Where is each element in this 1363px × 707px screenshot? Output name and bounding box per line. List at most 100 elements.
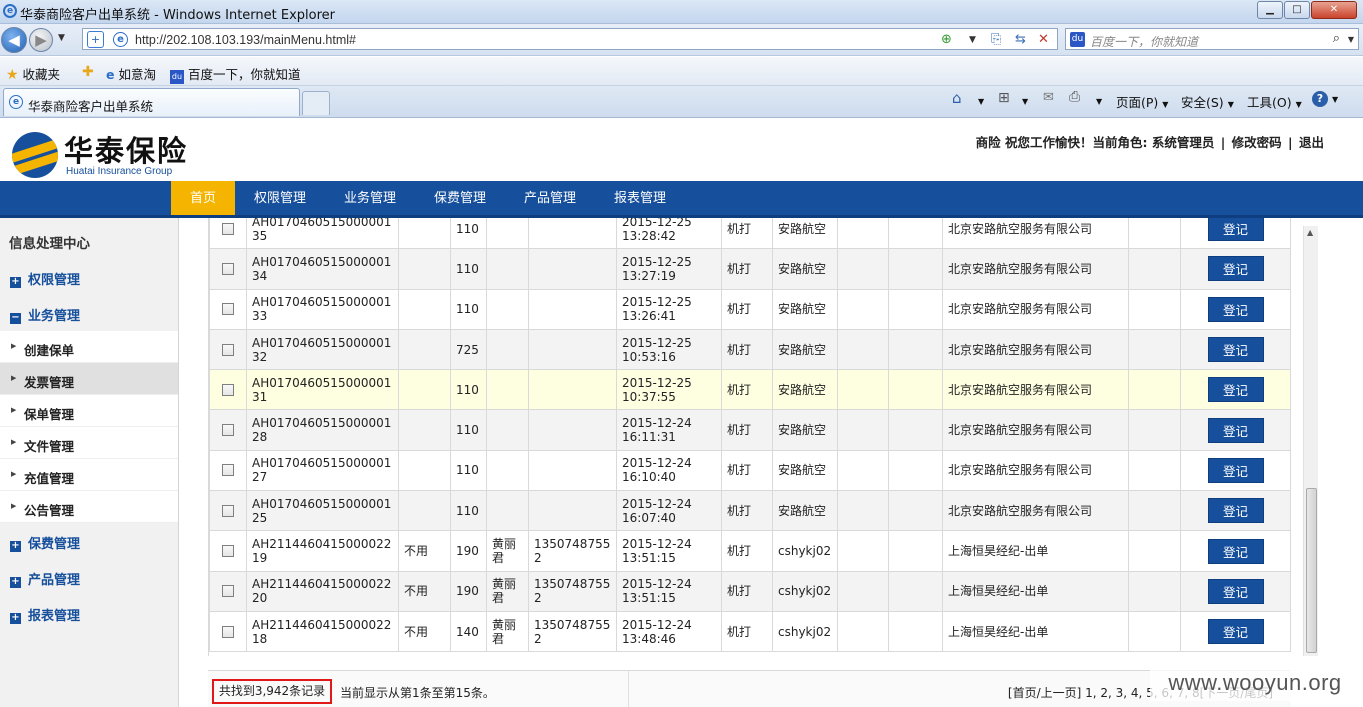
nav-reports[interactable]: 报表管理 [608,181,672,215]
page-menu[interactable]: 页面(P) ▼ [1116,92,1168,111]
mail-icon[interactable]: ✉ [1043,90,1054,105]
sidebar-item-files[interactable]: ▶ 文件管理 [0,427,178,459]
tab-huatai[interactable]: e 华泰商险客户出单系统 [3,88,300,116]
scrollbar-thumb[interactable] [1306,488,1317,653]
close-window-button[interactable]: ✕ [1311,1,1357,19]
print-dropdown-icon[interactable]: ▼ [1096,97,1102,106]
print-mode-cell: 机打 [721,570,773,612]
sidebar-item-policy[interactable]: ▶ 保单管理 [0,395,178,427]
help-menu[interactable]: ? ▼ [1312,90,1338,107]
row-checkbox[interactable] [222,222,234,235]
window-title: 华泰商险客户出单系统 - Windows Internet Explorer [20,8,335,23]
row-checkbox[interactable] [222,262,234,275]
sidebar-item-invoice[interactable]: ▶ 发票管理 [0,363,178,395]
row-checkbox[interactable] [222,424,234,437]
new-tab-button[interactable] [302,91,330,115]
empty-cell [1128,490,1181,532]
row-checkbox[interactable] [222,343,234,356]
date-text: 2015-12-24 [622,416,692,431]
policy-number: AH017046051500000134 [246,248,399,290]
sidebar-group-business[interactable]: − 业务管理 [10,305,80,324]
agent-cell: 安路航空 [772,288,838,330]
minimize-button[interactable]: ▁ [1257,1,1283,19]
register-button[interactable]: 登记 [1207,417,1264,443]
register-button[interactable]: 登记 [1207,256,1264,282]
name-cell [486,490,529,532]
compat-page-icon[interactable]: ⎘ [991,32,1001,47]
logout-link[interactable]: 退出 [1299,135,1324,150]
register-button[interactable]: 登记 [1207,337,1264,363]
table-row: AH211446041500002219 不用 190 黄丽君 13507487552 2… [209,530,1291,572]
sidebar-item-label: 文件管理 [24,439,75,454]
safety-menu[interactable]: 安全(S) ▼ [1181,92,1234,111]
sidebar-item-notices[interactable]: ▶ 公告管理 [0,491,178,523]
sidebar-item-create-policy[interactable]: ▶ 创建保单 [0,331,178,363]
url-text[interactable]: http://202.108.103.193/mainMenu.html# [135,33,356,47]
nav-business[interactable]: 业务管理 [338,181,402,215]
sidebar-group-reports[interactable]: + 报表管理 [10,605,80,624]
row-checkbox[interactable] [222,625,234,638]
sidebar-item-recharge[interactable]: ▶ 充值管理 [0,459,178,491]
amount-cell: 110 [450,490,487,532]
forward-button[interactable]: ▶ [29,28,53,52]
amount-cell: 725 [450,328,487,371]
stop-icon[interactable]: ✕ [1038,32,1049,47]
search-field[interactable]: du 百度一下，你就知道 ⌕ ▼ [1065,28,1359,50]
time-text: 16:11:31 [622,430,676,445]
row-checkbox[interactable] [222,303,234,316]
favorite-item-ruyitao[interactable]: e 如意淘 [106,64,156,83]
url-field[interactable]: + e http://202.108.103.193/mainMenu.html… [82,28,1058,50]
change-password-link[interactable]: 修改密码 [1232,135,1282,150]
feeds-icon[interactable]: ⊞ [998,90,1010,106]
refresh-icon[interactable]: ⇆ [1015,32,1026,47]
register-button[interactable]: 登记 [1207,296,1264,322]
row-checkbox[interactable] [222,464,234,477]
back-button[interactable]: ◀ [1,27,27,53]
sidebar-group-permissions[interactable]: + 权限管理 [10,269,80,288]
register-button[interactable]: 登记 [1207,538,1264,564]
sidebar-group-premium[interactable]: + 保费管理 [10,533,80,552]
tools-menu[interactable]: 工具(O) ▼ [1247,92,1302,111]
empty-cell [837,218,889,250]
maximize-button[interactable]: □ [1284,1,1310,19]
nav-products[interactable]: 产品管理 [518,181,582,215]
register-button[interactable]: 登记 [1207,457,1264,483]
url-dropdown-icon[interactable]: ▼ [969,35,976,45]
favorite-item-baidu[interactable]: du 百度一下，你就知道 [170,64,301,84]
add-favorite-icon[interactable]: ✚ [82,64,94,80]
compat-view-icon[interactable]: + [87,31,104,48]
empty-cell [837,369,889,411]
search-dropdown-icon[interactable]: ▼ [1348,35,1354,44]
company-cell: 北京安路航空服务有限公司 [942,288,1129,330]
nav-permissions[interactable]: 权限管理 [248,181,312,215]
search-icon[interactable]: ⌕ [1333,31,1340,46]
row-checkbox[interactable] [222,504,234,517]
nav-home[interactable]: 首页 [171,181,235,215]
row-checkbox[interactable] [222,585,234,598]
register-button[interactable]: 登记 [1207,377,1264,403]
table-row: AH017046051500000135 110 2015-12-25 13:28:4… [209,218,1291,250]
register-button[interactable]: 登记 [1207,619,1264,645]
phone-cell [528,218,617,250]
history-dropdown-icon[interactable]: ▼ [58,33,65,43]
register-button[interactable]: 登记 [1207,498,1264,524]
scroll-up-icon[interactable]: ▲ [1307,228,1313,237]
amount-cell: 110 [450,288,487,330]
nav-premium[interactable]: 保费管理 [428,181,492,215]
row-checkbox[interactable] [222,545,234,558]
home-dropdown-icon[interactable]: ▼ [978,97,984,106]
favorites-button[interactable]: ★ 收藏夹 [6,64,60,83]
table-scrollbar[interactable]: ▲ [1303,226,1318,656]
name-cell [486,409,529,451]
phone-cell [528,248,617,290]
print-mode-cell: 机打 [721,218,773,250]
row-checkbox[interactable] [222,383,234,396]
print-icon[interactable]: ⎙ [1069,89,1080,105]
register-button[interactable]: 登记 [1207,578,1264,604]
home-icon[interactable]: ⌂ [952,89,962,107]
register-button[interactable]: 登记 [1207,218,1264,242]
sidebar-group-products[interactable]: + 产品管理 [10,569,80,588]
addon-icon[interactable]: ⊕ [941,32,952,47]
agent-cell: 安路航空 [772,490,838,532]
feeds-dropdown-icon[interactable]: ▼ [1022,97,1028,106]
